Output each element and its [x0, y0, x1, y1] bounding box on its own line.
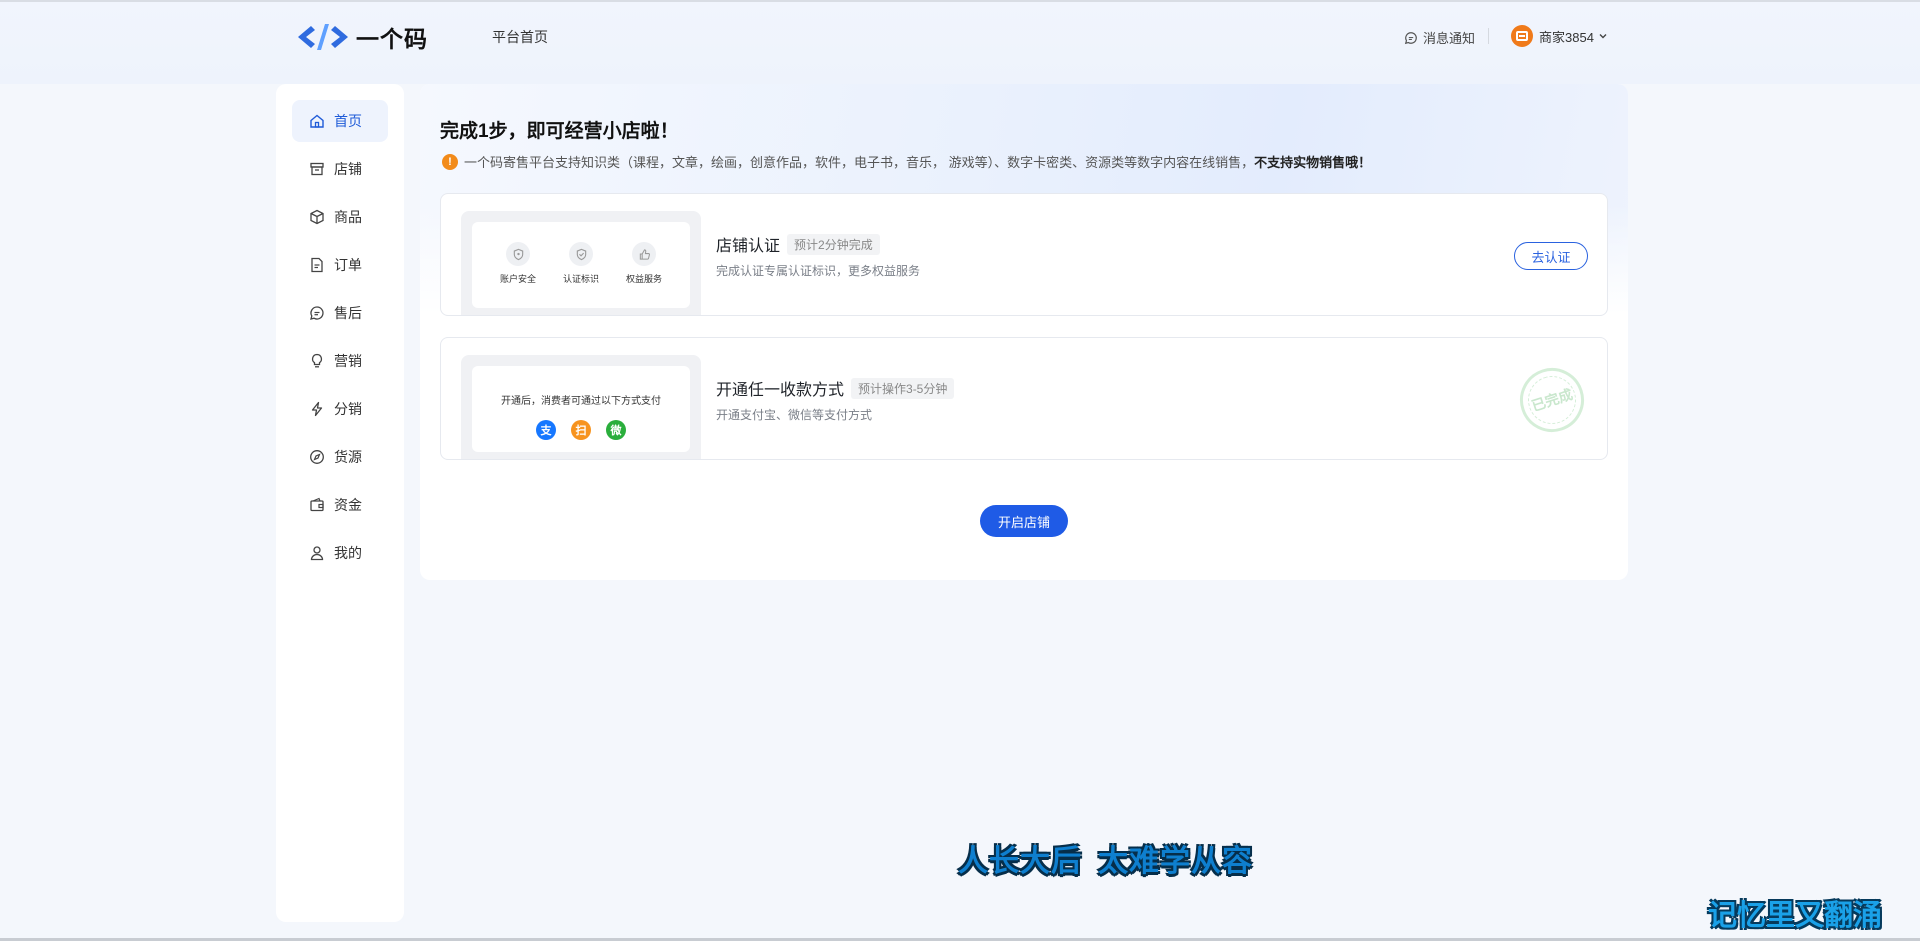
task-card-store-verification: 账户安全 认证标识 权益服务 店铺认证 预计2分钟完成 完成认证专属认证标识，更…: [440, 193, 1608, 316]
task-description: 开通支付宝、微信等支付方式: [716, 408, 873, 422]
sidebar-item-orders[interactable]: 订单: [292, 244, 388, 286]
sidebar-item-label: 货源: [334, 449, 362, 465]
shield-icon: [513, 248, 523, 260]
notice-bold-text: 不支持实物销售哦！: [1254, 155, 1372, 170]
alipay-icon: 支: [536, 420, 556, 440]
feature-verified-badge: 认证标识: [551, 242, 611, 285]
task-description: 完成认证专属认证标识，更多权益服务: [716, 264, 921, 278]
sidebar-item-label: 售后: [334, 305, 362, 321]
video-watermark: 记忆里又翻涌: [1708, 900, 1883, 932]
subtitle-part-1: 人长大后: [958, 845, 1082, 878]
sidebar-item-mine[interactable]: 我的: [292, 532, 388, 574]
feature-benefits: 权益服务: [614, 242, 674, 285]
sidebar-item-label: 营销: [334, 353, 362, 369]
sidebar-item-store[interactable]: 店铺: [292, 148, 388, 190]
sidebar-item-sourcing[interactable]: 货源: [292, 436, 388, 478]
code-logo-icon: [298, 24, 348, 50]
sidebar-item-funds[interactable]: 资金: [292, 484, 388, 526]
notifications-label: 消息通知: [1423, 31, 1476, 46]
box-icon: [310, 209, 324, 225]
warning-icon: !: [442, 153, 458, 170]
sidebar-item-label: 我的: [334, 545, 362, 561]
top-bar: 一个码 平台首页 消息通知 商家3854: [0, 0, 1920, 84]
thumbs-up-icon: [639, 248, 650, 260]
avatar: [1511, 25, 1533, 47]
task-thumbnail: 开通后，消费者可通过以下方式支付 支 扫 微: [461, 355, 701, 459]
store-icon: [310, 162, 324, 176]
shopping-bag-pay-icon: 扫: [571, 420, 591, 440]
logo-text: 一个码: [356, 26, 428, 52]
time-estimate-tag: 预计2分钟完成: [787, 233, 880, 255]
task-title: 店铺认证: [716, 238, 781, 255]
chat-icon: [310, 306, 324, 320]
task-thumbnail-inner: 账户安全 认证标识 权益服务: [472, 222, 690, 308]
time-estimate-tag: 预计操作3-5分钟: [851, 377, 955, 399]
open-store-button[interactable]: 开启店铺: [980, 505, 1068, 537]
nav-platform-home[interactable]: 平台首页: [492, 27, 548, 47]
notifications-link[interactable]: 消息通知: [1404, 28, 1475, 47]
sidebar-item-label: 店铺: [334, 161, 362, 177]
user-icon: [310, 546, 324, 561]
user-name: 商家3854: [1539, 29, 1594, 45]
compass-icon: [310, 450, 324, 464]
notice-text: 一个码寄售平台支持知识类（课程，文章，绘画，创意作品，软件，电子书，音乐， 游戏…: [464, 155, 1255, 170]
feature-label: 权益服务: [625, 274, 662, 284]
header-divider: [1488, 28, 1489, 44]
wallet-icon: [310, 497, 324, 512]
sidebar-item-products[interactable]: 商品: [292, 196, 388, 238]
payment-hint: 开通后，消费者可通过以下方式支付: [501, 396, 661, 407]
document-icon: [311, 257, 323, 273]
payment-icons: 支 扫 微: [472, 420, 690, 440]
subtitle-part-2: 太难学从容: [1098, 845, 1253, 878]
feature-label: 认证标识: [562, 274, 599, 284]
task-thumbnail-inner: 开通后，消费者可通过以下方式支付 支 扫 微: [472, 366, 690, 452]
go-verify-button[interactable]: 去认证: [1514, 242, 1588, 270]
shield-check-icon: [576, 248, 586, 260]
bulb-icon: [311, 353, 323, 368]
completed-stamp: 已完成: [1511, 359, 1593, 441]
message-icon: [1404, 31, 1417, 44]
sidebar-item-home[interactable]: 首页: [292, 100, 388, 142]
chevron-down-icon: [1599, 34, 1607, 39]
task-thumbnail: 账户安全 认证标识 权益服务: [461, 211, 701, 315]
feature-label: 账户安全: [499, 274, 536, 284]
sidebar-item-label: 首页: [334, 113, 362, 129]
completed-stamp-text: 已完成: [1529, 385, 1575, 415]
lightning-icon: [311, 401, 323, 417]
platform-notice: ! 一个码寄售平台支持知识类（课程，文章，绘画，创意作品，软件，电子书，音乐， …: [442, 152, 1371, 171]
user-menu[interactable]: 商家3854: [1511, 25, 1608, 47]
task-title-row: 店铺认证 预计2分钟完成: [716, 232, 880, 256]
store-avatar-icon: [1516, 31, 1528, 41]
main-panel: 完成1步，即可经营小店啦！ ! 一个码寄售平台支持知识类（课程，文章，绘画，创意…: [420, 84, 1628, 580]
home-icon: [310, 114, 324, 128]
sidebar-item-label: 订单: [334, 257, 362, 273]
sidebar-item-label: 分销: [334, 401, 362, 417]
task-card-payment-method: 开通后，消费者可通过以下方式支付 支 扫 微 开通任一收款方式 预计操作3-5分…: [440, 337, 1608, 460]
task-title-row: 开通任一收款方式 预计操作3-5分钟: [716, 376, 955, 400]
sidebar: 首页 店铺 商品 订单 售后 营销 分销 货源 资金 我的: [276, 84, 404, 922]
video-subtitle: 人长大后 太难学从容: [958, 836, 1253, 880]
sidebar-item-distribution[interactable]: 分销: [292, 388, 388, 430]
sidebar-item-after-sales[interactable]: 售后: [292, 292, 388, 334]
wechat-pay-icon: 微: [606, 420, 626, 440]
page-title: 完成1步，即可经营小店啦！: [440, 121, 679, 142]
logo[interactable]: 一个码: [296, 20, 428, 54]
sidebar-item-label: 商品: [334, 209, 362, 225]
feature-account-security: 账户安全: [488, 242, 548, 285]
sidebar-item-marketing[interactable]: 营销: [292, 340, 388, 382]
task-title: 开通任一收款方式: [716, 382, 845, 399]
sidebar-item-label: 资金: [334, 497, 362, 513]
